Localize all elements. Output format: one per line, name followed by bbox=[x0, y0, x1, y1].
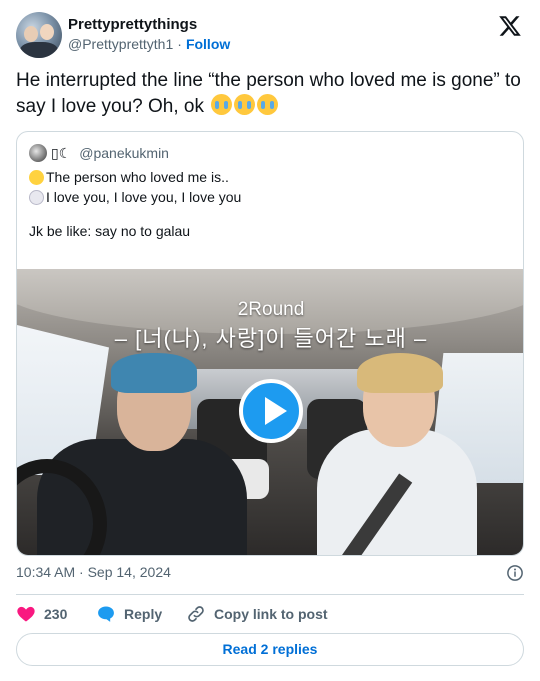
quoted-author-handle: @panekukmin bbox=[79, 145, 169, 161]
reply-button[interactable]: Reply bbox=[96, 603, 162, 625]
read-replies-button[interactable]: Read 2 replies bbox=[16, 633, 524, 666]
reply-bubble-icon bbox=[98, 606, 114, 622]
video-thumbnail[interactable]: 2Round – [너(나), 사랑]이 들어간 노래 – bbox=[17, 269, 523, 555]
author-avatar[interactable] bbox=[16, 12, 62, 58]
loudly-crying-face-icon bbox=[234, 94, 256, 115]
quoted-author-name: ▯☾ bbox=[51, 145, 72, 161]
meta-separator: · bbox=[177, 36, 182, 52]
quoted-tweet[interactable]: ▯☾ @panekukmin The person who loved me is… bbox=[16, 131, 524, 556]
x-logo-icon[interactable] bbox=[498, 14, 522, 38]
driver-beanie bbox=[111, 353, 197, 393]
follow-link[interactable]: Follow bbox=[186, 36, 230, 52]
quoted-line-2: I love you, I love you, I love you bbox=[46, 189, 242, 205]
passenger-hair bbox=[357, 353, 443, 393]
quoted-author-avatar bbox=[29, 144, 47, 162]
baby-chick-icon bbox=[29, 170, 44, 185]
author-handle[interactable]: @Prettyprettyth1 bbox=[68, 36, 173, 52]
heart-icon bbox=[17, 606, 35, 622]
tweet-header: Prettyprettythings @Prettyprettyth1 · Foll… bbox=[16, 12, 524, 60]
quoted-line: Jk be like: say no to galau bbox=[29, 222, 509, 242]
video-overlay-caption: – [너(나), 사랑]이 들어간 노래 – bbox=[114, 326, 428, 351]
quoted-line-3: Jk be like: say no to galau bbox=[29, 223, 191, 239]
quoted-line: The person who loved me is.. bbox=[29, 168, 509, 188]
tweet-text: He interrupted the line “the person who … bbox=[16, 68, 526, 120]
like-count: 230 bbox=[44, 606, 68, 622]
link-icon bbox=[188, 606, 204, 622]
tweet-timestamp-row: 10:34 AM · Sep 14, 2024 bbox=[16, 564, 524, 584]
copy-link-label: Copy link to post bbox=[214, 606, 328, 622]
video-overlay-round: 2Round bbox=[237, 299, 305, 320]
quoted-line: I love you, I love you, I love you bbox=[29, 188, 509, 208]
quoted-line-1: The person who loved me is.. bbox=[46, 169, 229, 185]
quoted-tweet-header: ▯☾ @panekukmin bbox=[29, 144, 169, 164]
loudly-crying-face-icon bbox=[257, 94, 279, 115]
copy-link-button[interactable]: Copy link to post bbox=[186, 603, 328, 625]
quoted-tweet-text: The person who loved me is.. I love you,… bbox=[29, 168, 509, 242]
rabbit-face-icon bbox=[29, 190, 44, 205]
reply-label: Reply bbox=[124, 606, 163, 622]
tweet-timestamp[interactable]: 10:34 AM · Sep 14, 2024 bbox=[16, 564, 171, 580]
avatar-bodies bbox=[20, 42, 58, 58]
author-display-name[interactable]: Prettyprettythings bbox=[68, 16, 197, 33]
loudly-crying-face-icon bbox=[211, 94, 233, 115]
divider bbox=[16, 594, 524, 595]
avatar-face-left bbox=[24, 26, 38, 42]
avatar-face-right bbox=[40, 24, 54, 40]
play-button-icon[interactable] bbox=[239, 379, 303, 443]
author-meta: @Prettyprettyth1 · Follow bbox=[68, 36, 230, 52]
like-button[interactable]: 230 bbox=[16, 603, 67, 625]
info-icon[interactable] bbox=[506, 564, 524, 582]
tweet-embed-card: Prettyprettythings @Prettyprettyth1 · Foll… bbox=[0, 0, 540, 681]
